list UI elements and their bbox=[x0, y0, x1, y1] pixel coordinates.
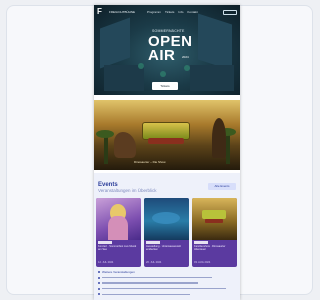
event-date: 12. JUL 2024 bbox=[98, 261, 114, 264]
nav-link-tickets[interactable]: Tickets bbox=[165, 10, 174, 14]
event-image bbox=[192, 198, 237, 240]
bullet-icon bbox=[98, 293, 100, 296]
nav-link-programm[interactable]: Programm bbox=[147, 10, 161, 14]
events-section: Events Veranstaltungen im Überblick Alle… bbox=[94, 173, 240, 300]
website-preview: F FREILICHTBÜHNE Programm Tickets Info K… bbox=[94, 5, 240, 300]
top-nav: F FREILICHTBÜHNE Programm Tickets Info K… bbox=[94, 5, 240, 19]
event-tag bbox=[194, 241, 208, 244]
event-title: Konzert · Sommerfest Live Musik am See bbox=[98, 245, 137, 252]
list-item[interactable] bbox=[98, 287, 236, 291]
hero-section: F FREILICHTBÜHNE Programm Tickets Info K… bbox=[94, 5, 240, 95]
event-card[interactable]: Ausstellung · Unterwasserwelt entdecken … bbox=[144, 198, 189, 267]
event-image bbox=[144, 198, 189, 240]
list-item[interactable] bbox=[98, 281, 236, 285]
brand-name[interactable]: FREILICHTBÜHNE bbox=[109, 10, 135, 14]
event-date: 20. JUL 2024 bbox=[146, 261, 162, 264]
banner-caption: Dinosaurier – Die Show bbox=[134, 160, 166, 164]
menu-button[interactable] bbox=[223, 9, 237, 15]
bullet-icon bbox=[98, 287, 100, 290]
event-date: 03. AUG 2024 bbox=[194, 261, 211, 264]
nav-link-info[interactable]: Info bbox=[178, 10, 183, 14]
event-title: Ausstellung · Unterwasserwelt entdecken bbox=[146, 245, 181, 252]
nav-link-kontakt[interactable]: Kontakt bbox=[187, 10, 197, 14]
promo-banner[interactable]: Dinosaurier – Die Show bbox=[94, 100, 240, 170]
more-events-list: Weitere Veranstaltungen bbox=[98, 270, 236, 298]
show-logo-ribbon bbox=[148, 138, 184, 144]
bullet-icon bbox=[98, 271, 100, 273]
event-tag bbox=[146, 241, 160, 244]
hero-ticket-button[interactable]: Tickets bbox=[152, 82, 178, 90]
list-item[interactable]: Weitere Veranstaltungen bbox=[98, 270, 236, 274]
dinosaur-illustration bbox=[212, 118, 226, 158]
event-card[interactable]: Familienshow · Dinosaurier Abenteuer 03.… bbox=[192, 198, 237, 267]
list-item[interactable] bbox=[98, 276, 236, 280]
hero-year: 2024 bbox=[182, 55, 189, 59]
events-subheading: Veranstaltungen im Überblick bbox=[98, 188, 157, 193]
event-card[interactable]: Konzert · Sommerfest Live Musik am See 1… bbox=[96, 198, 141, 267]
list-heading: Weitere Veranstaltungen bbox=[102, 270, 135, 274]
bullet-icon bbox=[98, 282, 100, 285]
site-logo[interactable]: F bbox=[97, 7, 107, 17]
event-tag bbox=[98, 241, 112, 244]
event-image bbox=[96, 198, 141, 240]
list-item[interactable] bbox=[98, 292, 236, 296]
bullet-icon bbox=[98, 276, 100, 279]
event-title: Familienshow · Dinosaurier Abenteuer bbox=[194, 245, 226, 252]
nav-links: Programm Tickets Info Kontakt bbox=[147, 10, 198, 14]
dinosaur-illustration bbox=[114, 132, 136, 158]
all-events-button[interactable]: Alle Events bbox=[208, 183, 236, 190]
